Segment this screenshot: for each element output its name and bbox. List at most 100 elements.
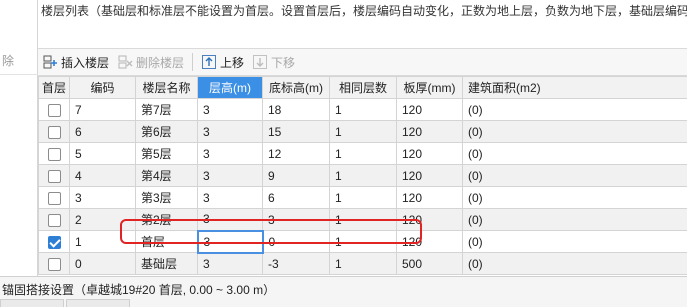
col-header-code[interactable]: 编码	[69, 76, 136, 99]
first-floor-checkbox-cell[interactable]	[38, 252, 70, 275]
same-floor-count-cell[interactable]: 1	[329, 142, 397, 165]
slab-thickness-cell[interactable]: 500	[396, 252, 463, 275]
floor-height-cell[interactable]: 3	[197, 208, 263, 231]
first-floor-checkbox[interactable]	[47, 103, 61, 117]
building-area-cell[interactable]: (0)	[462, 208, 687, 231]
table-row[interactable]: 7 第7层 3 18 1 120 (0)	[38, 98, 687, 121]
code-cell[interactable]: 1	[69, 230, 136, 253]
table-row[interactable]: 0 基础层 3 -3 1 500 (0)	[38, 252, 687, 275]
floor-height-cell[interactable]: 3	[197, 252, 263, 275]
same-floor-count-cell[interactable]: 1	[329, 98, 397, 121]
bottom-elevation-cell[interactable]: 9	[262, 164, 330, 187]
move-up-label: 上移	[220, 55, 245, 70]
code-cell[interactable]: 0	[69, 252, 136, 275]
building-area-cell[interactable]: (0)	[462, 164, 687, 187]
bottom-elevation-cell[interactable]: -3	[262, 252, 330, 275]
first-floor-checkbox-cell[interactable]	[38, 164, 70, 187]
same-floor-count-cell[interactable]: 1	[329, 230, 397, 253]
col-header-floor-height[interactable]: 层高(m)	[197, 76, 263, 99]
floor-name-cell[interactable]: 第7层	[135, 98, 198, 121]
first-floor-checkbox-cell[interactable]	[38, 98, 70, 121]
bottom-elevation-cell[interactable]: 15	[262, 120, 330, 143]
building-area-cell[interactable]: (0)	[462, 186, 687, 209]
col-header-first-floor[interactable]: 首层	[38, 76, 70, 99]
floor-height-cell[interactable]: 3	[197, 98, 263, 121]
slab-thickness-cell[interactable]: 120	[396, 164, 463, 187]
code-cell[interactable]: 4	[69, 164, 136, 187]
same-floor-count-cell[interactable]: 1	[329, 120, 397, 143]
same-floor-count-cell[interactable]: 1	[329, 208, 397, 231]
floor-name-cell[interactable]: 首层	[135, 230, 198, 253]
bottom-tab[interactable]	[0, 299, 64, 307]
col-header-bottom-elevation[interactable]: 底标高(m)	[262, 76, 330, 99]
floor-height-cell-editing[interactable]: 3	[196, 229, 264, 254]
table-row[interactable]: 5 第5层 3 12 1 120 (0)	[38, 142, 687, 165]
building-area-cell[interactable]: (0)	[462, 142, 687, 165]
code-cell[interactable]: 3	[69, 186, 136, 209]
code-cell[interactable]: 7	[69, 98, 136, 121]
bottom-tab[interactable]	[66, 299, 130, 307]
first-floor-checkbox[interactable]	[47, 147, 61, 161]
building-area-cell[interactable]: (0)	[462, 98, 687, 121]
col-header-floor-name[interactable]: 楼层名称	[135, 76, 198, 99]
bottom-elevation-cell[interactable]: 18	[262, 98, 330, 121]
floor-height-cell[interactable]: 3	[197, 164, 263, 187]
first-floor-checkbox-cell[interactable]	[38, 120, 70, 143]
first-floor-checkbox-cell[interactable]	[38, 230, 70, 253]
slab-thickness-cell[interactable]: 120	[396, 120, 463, 143]
code-cell[interactable]: 2	[69, 208, 136, 231]
bottom-elevation-cell[interactable]: 6	[262, 186, 330, 209]
floor-name-cell[interactable]: 第3层	[135, 186, 198, 209]
table-row[interactable]: 2 第2层 3 3 1 120 (0)	[38, 208, 687, 231]
bottom-elevation-cell[interactable]: 0	[262, 230, 330, 253]
first-floor-checkbox[interactable]	[47, 213, 61, 227]
bottom-elevation-cell[interactable]: 3	[262, 208, 330, 231]
slab-thickness-cell[interactable]: 120	[396, 186, 463, 209]
move-down-button[interactable]: 下移	[248, 50, 299, 74]
table-row[interactable]: 3 第3层 3 6 1 120 (0)	[38, 186, 687, 209]
insert-floor-label: 插入楼层	[61, 55, 110, 70]
slab-thickness-cell[interactable]: 120	[396, 208, 463, 231]
col-header-same-floor-count[interactable]: 相同层数	[329, 76, 397, 99]
col-header-slab-thickness[interactable]: 板厚(mm)	[396, 76, 463, 99]
same-floor-count-cell[interactable]: 1	[329, 164, 397, 187]
bottom-elevation-cell[interactable]: 12	[262, 142, 330, 165]
first-floor-checkbox[interactable]	[47, 191, 61, 205]
delete-floor-button[interactable]: 删除楼层	[113, 50, 188, 74]
col-header-building-area[interactable]: 建筑面积(m2)	[462, 76, 687, 99]
insert-row-icon	[42, 54, 58, 70]
building-area-cell[interactable]: (0)	[462, 230, 687, 253]
floor-name-cell[interactable]: 第4层	[135, 164, 198, 187]
building-area-cell[interactable]: (0)	[462, 120, 687, 143]
first-floor-checkbox[interactable]	[47, 169, 61, 183]
first-floor-checkbox-cell[interactable]	[38, 186, 70, 209]
floor-table: 首层 编码 楼层名称 层高(m) 底标高(m) 相同层数 板厚(mm) 建筑面积…	[38, 76, 687, 275]
first-floor-checkbox-checked[interactable]	[47, 235, 61, 249]
floor-height-cell[interactable]: 3	[197, 120, 263, 143]
code-cell[interactable]: 6	[69, 120, 136, 143]
building-area-cell[interactable]: (0)	[462, 252, 687, 275]
floor-name-cell[interactable]: 第5层	[135, 142, 198, 165]
insert-floor-button[interactable]: 插入楼层	[38, 50, 113, 74]
first-floor-checkbox[interactable]	[47, 257, 61, 271]
toolbar: 插入楼层 删除楼层 上移 下移	[38, 48, 687, 76]
slab-thickness-cell[interactable]: 120	[396, 142, 463, 165]
delete-button-partial[interactable]: 除	[0, 47, 38, 75]
first-floor-checkbox-cell[interactable]	[38, 142, 70, 165]
slab-thickness-cell[interactable]: 120	[396, 98, 463, 121]
floor-name-cell[interactable]: 第6层	[135, 120, 198, 143]
table-row-first-floor[interactable]: 1 首层 3 0 1 120 (0)	[38, 229, 687, 254]
move-up-button[interactable]: 上移	[197, 50, 248, 74]
table-row[interactable]: 6 第6层 3 15 1 120 (0)	[38, 120, 687, 143]
table-row[interactable]: 4 第4层 3 9 1 120 (0)	[38, 164, 687, 187]
same-floor-count-cell[interactable]: 1	[329, 186, 397, 209]
floor-height-cell[interactable]: 3	[197, 186, 263, 209]
floor-name-cell[interactable]: 第2层	[135, 208, 198, 231]
first-floor-checkbox[interactable]	[47, 125, 61, 139]
floor-height-cell[interactable]: 3	[197, 142, 263, 165]
first-floor-checkbox-cell[interactable]	[38, 208, 70, 231]
slab-thickness-cell[interactable]: 120	[396, 230, 463, 253]
code-cell[interactable]: 5	[69, 142, 136, 165]
floor-name-cell[interactable]: 基础层	[135, 252, 198, 275]
same-floor-count-cell[interactable]: 1	[329, 252, 397, 275]
